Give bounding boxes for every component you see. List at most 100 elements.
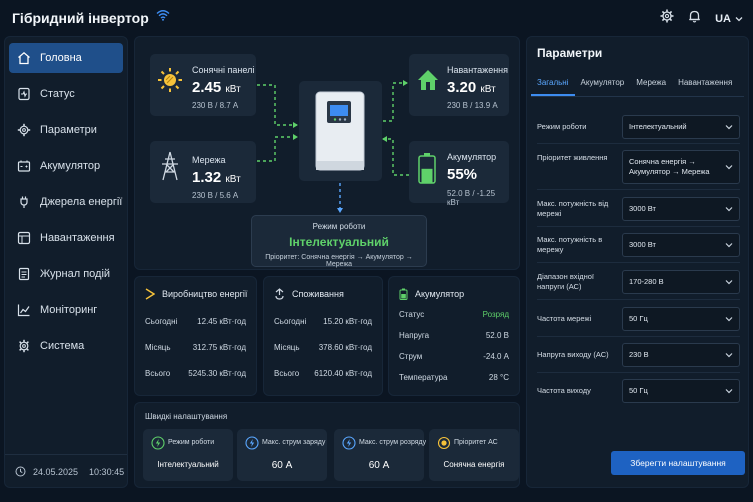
param-row-output-voltage: Напруга виходу (АС) 230 В [537, 341, 740, 369]
consumption-card: Споживання Сьогодні 15.20 кВт·год Місяць 3… [263, 276, 383, 396]
sidebar-item-label: Система [40, 340, 85, 352]
stat-row: Всього 5245.30 кВт·год [145, 368, 246, 378]
quick-settings-panel: Швидкі налаштування Режим роботи Інтелек… [134, 402, 520, 488]
quick-label: Макс. струм заряду [262, 439, 326, 446]
solar-node[interactable]: Сонячні панелі 2.45 кВт 230 В / 8.7 А [150, 54, 256, 116]
divider [537, 143, 740, 144]
sun-small-icon [437, 436, 451, 450]
consumption-icon [275, 288, 284, 300]
max-to-grid-select[interactable]: 3000 Вт [622, 233, 740, 257]
chart-icon [17, 304, 30, 317]
chevron-down-icon [725, 353, 733, 358]
sun-icon [158, 68, 182, 92]
sidebar-item-label: Навантаження [40, 232, 115, 244]
log-icon [18, 267, 30, 281]
param-row-max-from-grid: Макс. потужність від мережі 3000 Вт [537, 195, 740, 223]
stat-row: Місяць 378.60 кВт·год [274, 342, 372, 352]
solar-label: Сонячні панелі [192, 65, 255, 75]
output-voltage-select[interactable]: 230 В [622, 343, 740, 367]
consumption-title: Споживання [292, 289, 344, 299]
top-bar: Гібридний інвертор UA [0, 0, 753, 36]
mode-priority: Пріоритет: Сонячна енергія → Акумулятор … [265, 254, 413, 268]
quick-label: Макс. струм розряду [359, 439, 427, 446]
output-frequency-select[interactable]: 50 Гц [622, 379, 740, 403]
sidebar-item-label: Параметри [40, 124, 97, 136]
param-row-grid-frequency: Частота мережі 50 Гц [537, 305, 740, 333]
mode-value: Інтелектуальний [289, 235, 389, 249]
chevron-down-icon [725, 317, 733, 322]
sidebar-item-status[interactable]: Статус [9, 79, 123, 109]
tab-battery[interactable]: Акумулятор [575, 71, 631, 96]
sidebar-item-energy-sources[interactable]: Джерела енергії [9, 187, 123, 217]
sidebar-item-monitoring[interactable]: Моніторинг [9, 295, 123, 325]
grid-node[interactable]: Мережа 1.32 кВт 230 В / 5.6 А [150, 141, 256, 203]
wifi-icon [156, 8, 170, 26]
quick-label: Пріоритет АС [454, 439, 498, 446]
param-label: Напруга виходу (АС) [537, 349, 609, 359]
quick-label: Режим роботи [168, 439, 215, 446]
param-row-mode: Режим роботи Інтелектуальний [537, 113, 740, 141]
quick-charge-current-card[interactable]: Макс. струм заряду 60 А [237, 429, 327, 481]
quick-discharge-current-card[interactable]: Макс. струм розряду 60 А [334, 429, 427, 481]
chevron-down-icon [725, 280, 733, 285]
house-icon [418, 70, 438, 90]
param-label: Макс. потужність в мережу [537, 234, 603, 254]
sidebar-item-event-log[interactable]: Журнал подій [9, 259, 123, 289]
parameters-panel: Параметри Загальні Акумулятор Мережа Нав… [526, 36, 749, 488]
mode-select[interactable]: Інтелектуальний [622, 115, 740, 139]
language-label: UA [715, 12, 731, 25]
param-label: Діапазон вхідної напруги (АС) [537, 271, 594, 291]
production-card: Виробництво енергії Сьогодні 12.45 кВт·го… [134, 276, 257, 396]
quick-value: 60 А [271, 460, 293, 471]
production-icon [145, 288, 155, 300]
sidebar-item-label: Акумулятор [40, 160, 101, 172]
quick-mode-card[interactable]: Режим роботи Інтелектуальний [143, 429, 233, 481]
save-settings-button[interactable]: Зберегти налаштування [611, 451, 745, 475]
grid-frequency-select[interactable]: 50 Гц [622, 307, 740, 331]
gear-icon [17, 123, 31, 137]
sidebar-item-load[interactable]: Навантаження [9, 223, 123, 253]
power-tower-icon [162, 151, 178, 181]
chevron-down-icon [725, 207, 733, 212]
load-label: Навантаження [447, 65, 509, 75]
language-selector[interactable]: UA [715, 13, 743, 25]
sidebar-item-system[interactable]: Система [9, 331, 123, 361]
divider [537, 299, 740, 300]
battery-label: Акумулятор [447, 152, 497, 162]
battery-node[interactable]: Акумулятор 55% 52.0 В / -1.25 кВт [409, 141, 509, 207]
inverter-device[interactable] [299, 81, 382, 181]
tab-load[interactable]: Навантаження [672, 71, 738, 96]
sidebar: Головна Статус Параметри Акумулятор Джер… [4, 36, 128, 488]
param-row-priority: Пріоритет живлення Сонячна енергія → Аку… [537, 149, 740, 185]
input-voltage-select[interactable]: 170-280 В [622, 270, 740, 294]
stat-row: Струм -24.0 А [399, 352, 509, 361]
divider [537, 226, 740, 227]
tab-general[interactable]: Загальні [531, 71, 575, 96]
load-node[interactable]: Навантаження 3.20 кВт 230 В / 13.9 А [409, 54, 509, 116]
stat-row: Статус Розряд [399, 310, 509, 319]
mode-label: Режим роботи [312, 222, 366, 231]
battery-level: 55% [447, 166, 478, 183]
app-title: Гібридний інвертор [12, 10, 149, 26]
tab-grid[interactable]: Мережа [630, 71, 672, 96]
sidebar-item-home[interactable]: Головна [9, 43, 123, 73]
chevron-down-icon [725, 165, 733, 170]
param-row-input-voltage: Діапазон вхідної напруги (АС) 170-280 В [537, 268, 740, 296]
time-text: 10:30:45 [89, 466, 125, 477]
quick-ac-priority-card[interactable]: Пріоритет АС Сонячна енергія [429, 429, 519, 481]
param-label: Пріоритет живлення [537, 153, 608, 162]
stat-row: Сьогодні 15.20 кВт·год [274, 316, 372, 326]
operating-mode-box[interactable]: Режим роботи Інтелектуальний Пріоритет: … [251, 215, 427, 268]
priority-select[interactable]: Сонячна енергія → Акумулятор → Мережа [622, 150, 740, 184]
max-from-grid-select[interactable]: 3000 Вт [622, 197, 740, 221]
stat-row: Сьогодні 12.45 кВт·год [145, 316, 246, 326]
param-row-max-to-grid: Макс. потужність в мережу 3000 Вт [537, 231, 740, 259]
settings-gear-icon[interactable] [660, 9, 674, 28]
quick-value: 60 А [368, 460, 390, 471]
param-label: Режим роботи [537, 121, 587, 131]
inverter-icon [315, 91, 365, 171]
bell-icon[interactable] [688, 9, 701, 28]
sidebar-item-battery[interactable]: Акумулятор [9, 151, 123, 181]
sidebar-item-parameters[interactable]: Параметри [9, 115, 123, 145]
grid-power: 1.32 кВт [192, 169, 241, 186]
